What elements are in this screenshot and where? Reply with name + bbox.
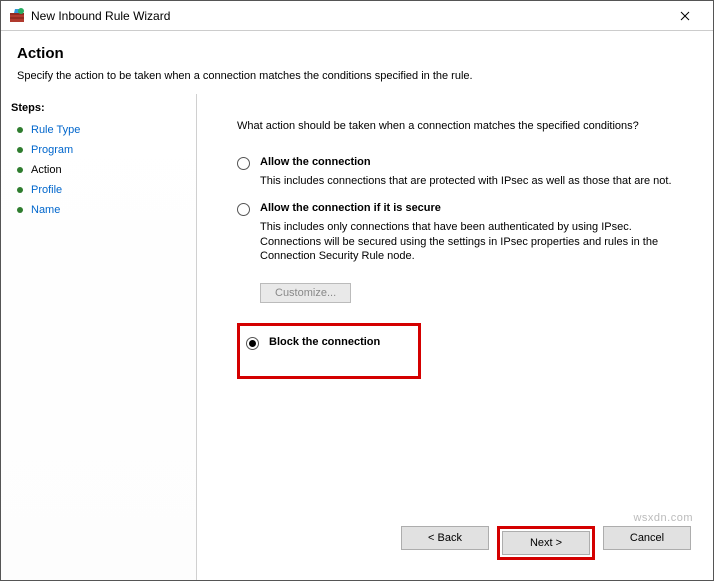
main-area: Steps: Rule Type Program Action Profile … [1,94,713,580]
radio-allow-desc: This includes connections that are prote… [260,174,689,188]
sidebar-item-name[interactable]: Name [11,200,186,220]
steps-sidebar: Steps: Rule Type Program Action Profile … [1,94,197,580]
bullet-icon [17,167,23,173]
step-label: Profile [31,184,62,196]
radio-allow[interactable] [237,157,250,170]
bullet-icon [17,207,23,213]
radio-allow-secure[interactable] [237,203,250,216]
firewall-icon [9,8,25,24]
radio-allow-secure-desc: This includes only connections that have… [260,220,689,263]
radio-block-label: Block the connection [269,336,380,348]
footer-buttons: < Back Next > Cancel [401,526,691,560]
option-allow: Allow the connection [237,156,689,170]
page-description: Specify the action to be taken when a co… [17,70,697,82]
step-label: Program [31,144,73,156]
sidebar-item-program[interactable]: Program [11,140,186,160]
sidebar-title: Steps: [11,102,186,114]
content-question: What action should be taken when a conne… [237,120,689,132]
radio-allow-label: Allow the connection [260,156,371,168]
content-panel: What action should be taken when a conne… [197,94,713,580]
window-title: New Inbound Rule Wizard [31,9,665,23]
cancel-button[interactable]: Cancel [603,526,691,550]
option-block-highlight: Block the connection [237,323,421,379]
close-button[interactable] [665,1,705,31]
sidebar-item-profile[interactable]: Profile [11,180,186,200]
next-highlight: Next > [497,526,595,560]
step-label: Rule Type [31,124,80,136]
bullet-icon [17,187,23,193]
radio-allow-secure-label: Allow the connection if it is secure [260,202,441,214]
watermark: wsxdn.com [633,512,693,524]
close-icon [680,11,690,21]
sidebar-item-rule-type[interactable]: Rule Type [11,120,186,140]
step-label: Action [31,164,62,176]
bullet-icon [17,147,23,153]
next-button[interactable]: Next > [502,531,590,555]
sidebar-item-action[interactable]: Action [11,160,186,180]
page-title: Action [17,45,697,62]
customize-button: Customize... [260,283,351,303]
step-label: Name [31,204,60,216]
wizard-header: Action Specify the action to be taken wh… [1,31,713,92]
bullet-icon [17,127,23,133]
titlebar: New Inbound Rule Wizard [1,1,713,31]
option-allow-secure: Allow the connection if it is secure [237,202,689,216]
back-button[interactable]: < Back [401,526,489,550]
radio-block[interactable] [246,337,259,350]
